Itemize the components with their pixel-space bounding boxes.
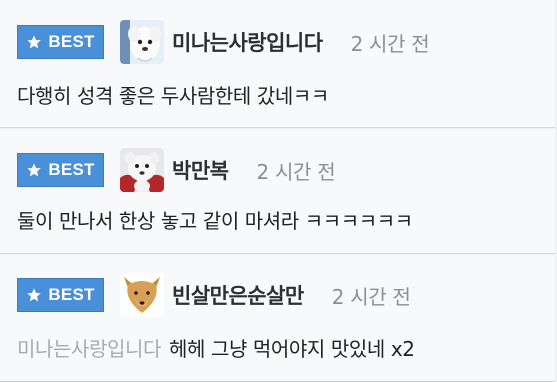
timestamp: 2 시간 전 (350, 31, 430, 56)
star-icon (27, 163, 42, 177)
comment-header: BEST 미나는사랑입니다 2 시간 전 (17, 20, 430, 64)
white-dog-red-avatar[interactable] (120, 148, 164, 192)
comment-header: BEST 박만복 2 시간 전 (17, 148, 336, 192)
comment-text: 둘이 만나서 한상 놓고 같이 마셔라 ㅋㅋㅋㅋㅋㅋ (17, 205, 413, 234)
best-badge: BEST (17, 278, 104, 312)
star-icon (27, 288, 42, 302)
comment-list: BEST 미나는사랑입니다 2 시간 전 다행히 성격 좋은 두사람한테 갔네ㅋ… (0, 0, 557, 382)
best-badge-label: BEST (48, 160, 95, 179)
comment-item: BEST 빈살만은순살만 2 시간 전 미나는사랑입니다 헤헤 그냥 먹어야지 맛… (0, 255, 555, 382)
timestamp: 2 시간 전 (331, 284, 411, 309)
best-badge: BEST (17, 25, 104, 59)
nickname[interactable]: 빈살만은순살만 (172, 280, 304, 310)
comment-item: BEST 미나는사랑입니다 2 시간 전 다행히 성격 좋은 두사람한테 갔네ㅋ… (0, 0, 555, 128)
comment-body: 다행히 성격 좋은 두사람한테 갔네ㅋㅋ (17, 84, 329, 108)
comment-text: 미나는사랑입니다 헤헤 그냥 먹어야지 맛있네 x2 (17, 333, 415, 362)
comment-body: 둘이 만나서 한상 놓고 같이 마셔라 ㅋㅋㅋㅋㅋㅋ (17, 209, 413, 233)
timestamp: 2 시간 전 (256, 159, 336, 184)
comment-item: BEST 박만복 2 시간 전 둘이 만나서 한상 놓고 같이 마셔라 ㅋㅋㅋㅋ… (0, 129, 555, 254)
white-dog-avatar[interactable] (120, 20, 164, 64)
comment-body: 헤헤 그냥 먹어야지 맛있네 x2 (169, 337, 415, 361)
mention[interactable]: 미나는사랑입니다 (17, 337, 161, 361)
best-badge-label: BEST (48, 32, 95, 51)
nickname[interactable]: 미나는사랑입니다 (172, 27, 323, 57)
comment-text: 다행히 성격 좋은 두사람한테 갔네ㅋㅋ (17, 80, 329, 109)
nickname[interactable]: 박만복 (172, 155, 229, 185)
shiba-dog-avatar[interactable] (120, 273, 164, 317)
star-icon (27, 35, 42, 49)
best-badge: BEST (17, 153, 104, 187)
comment-header: BEST 빈살만은순살만 2 시간 전 (17, 273, 411, 317)
best-badge-label: BEST (48, 285, 95, 304)
